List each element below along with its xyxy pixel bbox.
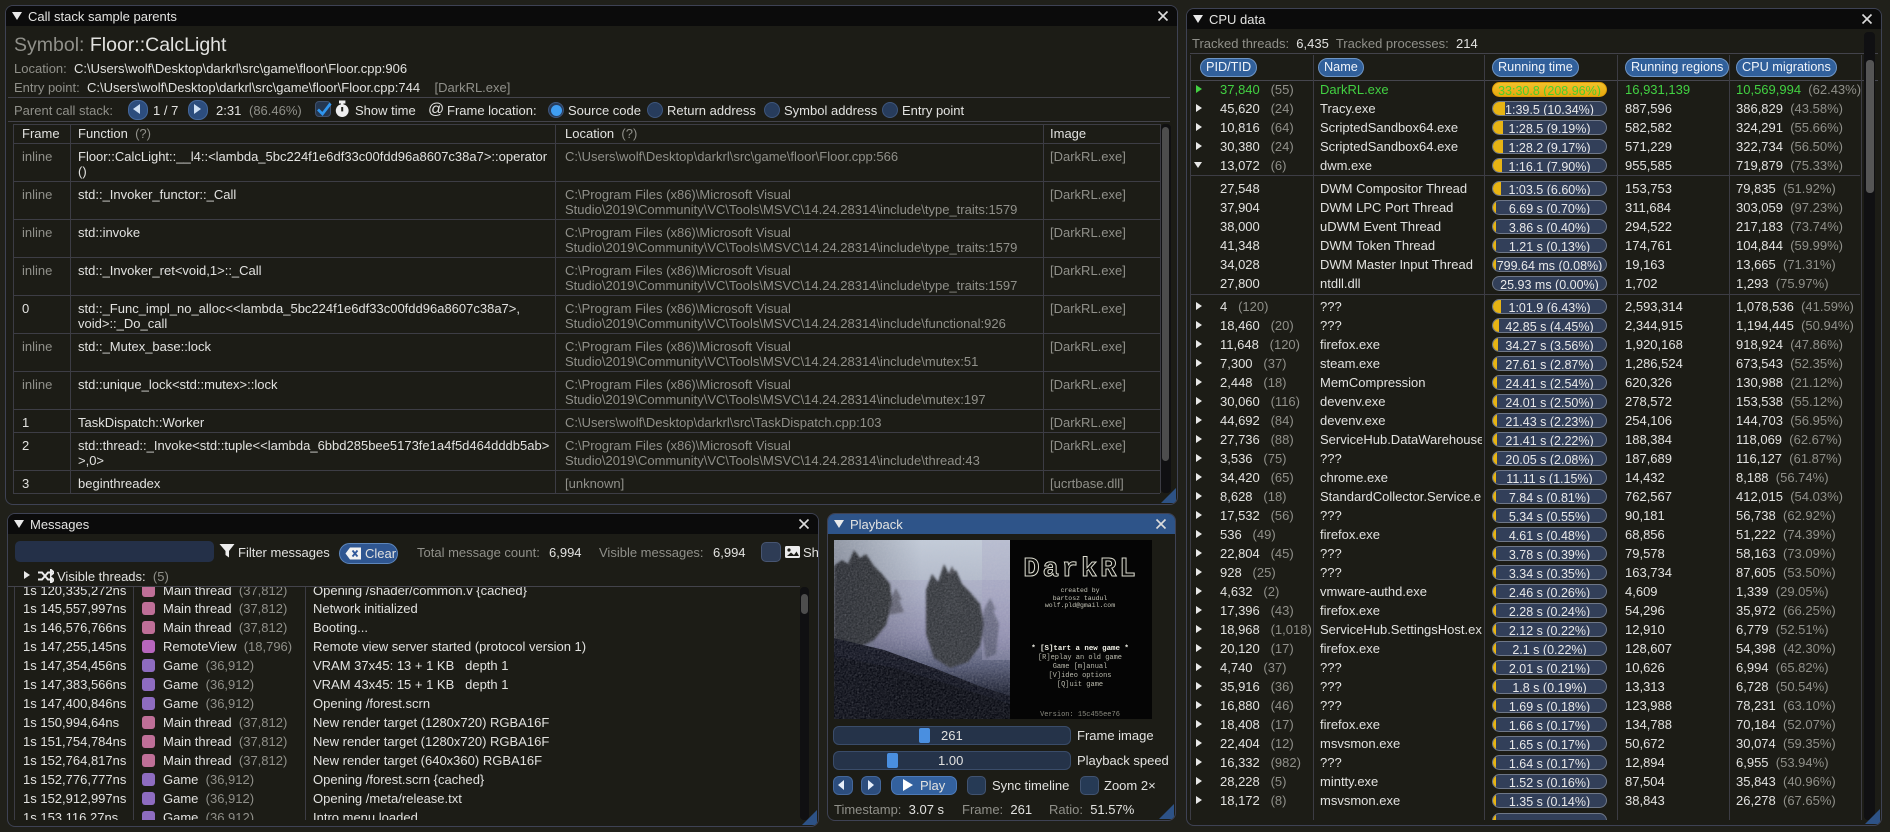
svg-text:wolf.pld@gmail.com: wolf.pld@gmail.com xyxy=(1045,602,1115,609)
svg-text:Game [m]anual: Game [m]anual xyxy=(1053,663,1108,671)
svg-text:[R]eplay an old game: [R]eplay an old game xyxy=(1038,654,1122,662)
svg-text:DarkRL: DarkRL xyxy=(1023,555,1138,585)
svg-text:Version: 15c455ee76: Version: 15c455ee76 xyxy=(1040,711,1120,719)
svg-text:[V]ideo options: [V]ideo options xyxy=(1048,672,1111,680)
svg-text:created by: created by xyxy=(1060,587,1099,594)
svg-text:bartosz taudul: bartosz taudul xyxy=(1053,595,1108,602)
svg-text:[Q]uit game: [Q]uit game xyxy=(1057,681,1103,689)
svg-text:* [S]tart a new game *: * [S]tart a new game * xyxy=(1031,645,1129,653)
